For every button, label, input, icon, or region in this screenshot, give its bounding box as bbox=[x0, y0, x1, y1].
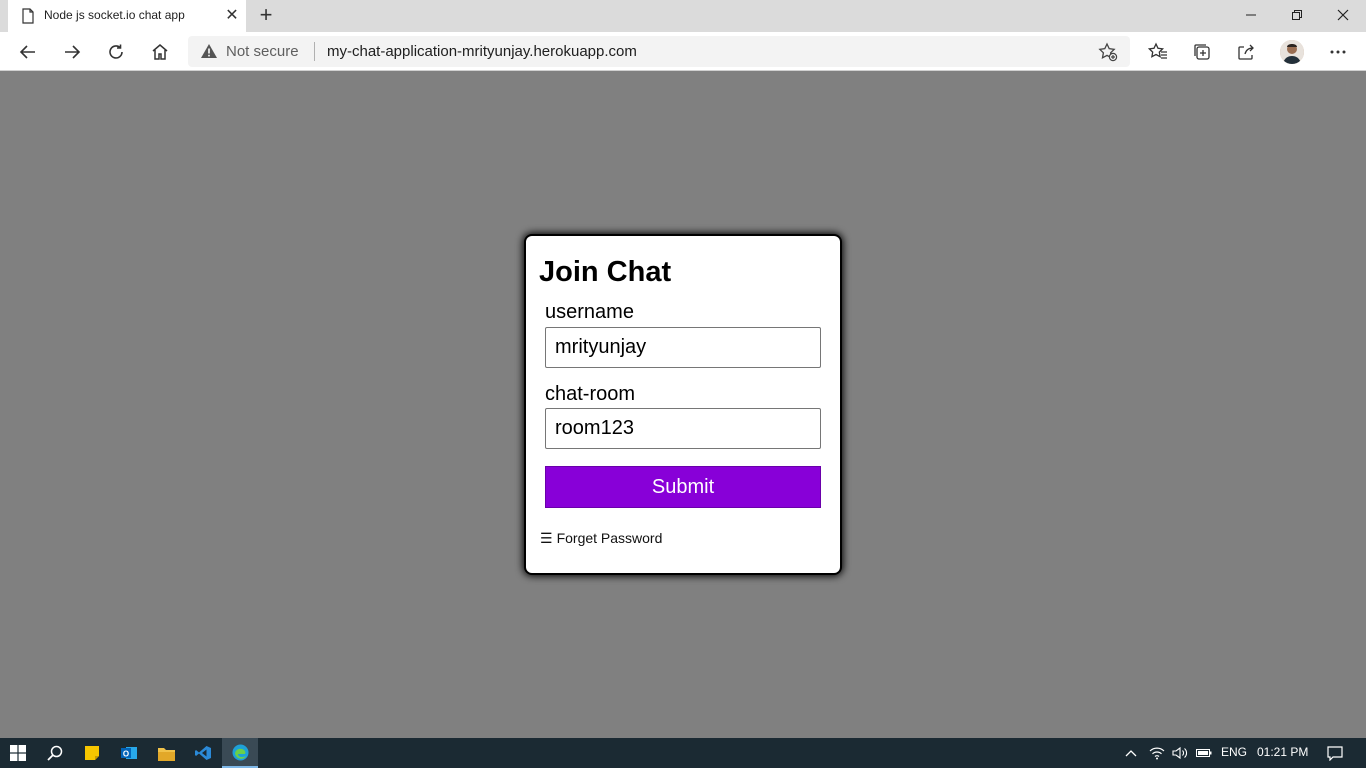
clock[interactable]: 01:21 PM bbox=[1257, 745, 1308, 759]
svg-text:O: O bbox=[123, 750, 129, 759]
file-explorer-icon[interactable] bbox=[148, 738, 184, 768]
back-icon[interactable] bbox=[13, 37, 43, 67]
search-icon[interactable] bbox=[37, 738, 73, 768]
menu-icon: ☰ bbox=[540, 530, 553, 546]
notification-icon[interactable] bbox=[1318, 738, 1352, 768]
submit-button[interactable]: Submit bbox=[545, 466, 821, 508]
battery-icon[interactable] bbox=[1192, 738, 1216, 768]
home-icon[interactable] bbox=[145, 37, 175, 67]
forget-password-label[interactable]: Forget Password bbox=[557, 530, 663, 546]
chat-room-label: chat-room bbox=[545, 383, 636, 405]
username-label: username bbox=[545, 301, 634, 323]
refresh-icon[interactable] bbox=[101, 37, 131, 67]
edge-icon[interactable] bbox=[222, 738, 258, 768]
forget-password-link[interactable]: ☰ Forget Password bbox=[540, 530, 662, 547]
security-status[interactable]: Not secure bbox=[226, 43, 299, 60]
collections-icon[interactable] bbox=[1187, 37, 1217, 67]
chat-room-input[interactable] bbox=[545, 408, 821, 449]
forward-icon[interactable] bbox=[57, 37, 87, 67]
browser-toolbar: Not secure my-chat-application-mrityunja… bbox=[0, 32, 1366, 71]
page-title: Join Chat bbox=[539, 256, 672, 288]
share-icon[interactable] bbox=[1231, 37, 1261, 67]
restore-icon[interactable] bbox=[1274, 0, 1320, 30]
wifi-icon[interactable] bbox=[1145, 738, 1169, 768]
more-icon[interactable] bbox=[1323, 37, 1353, 67]
vscode-icon[interactable] bbox=[185, 738, 221, 768]
username-input[interactable] bbox=[545, 327, 821, 368]
address-separator bbox=[314, 42, 315, 61]
taskbar: O ENG 01:21 PM bbox=[0, 738, 1366, 768]
favorites-icon[interactable] bbox=[1143, 37, 1173, 67]
close-window-icon[interactable] bbox=[1320, 0, 1366, 30]
outlook-icon[interactable]: O bbox=[111, 738, 147, 768]
browser-tab-strip: Node js socket.io chat app ✕ + bbox=[0, 0, 1366, 32]
join-chat-card: Join Chat username chat-room Submit ☰For… bbox=[526, 236, 840, 573]
start-icon[interactable] bbox=[0, 738, 36, 768]
new-tab-icon[interactable]: + bbox=[254, 4, 278, 28]
address-bar[interactable]: Not secure my-chat-application-mrityunja… bbox=[188, 36, 1130, 67]
close-tab-icon[interactable]: ✕ bbox=[222, 6, 242, 26]
sticky-notes-icon[interactable] bbox=[74, 738, 110, 768]
volume-icon[interactable] bbox=[1168, 738, 1192, 768]
profile-avatar[interactable] bbox=[1280, 40, 1304, 64]
language-indicator[interactable]: ENG bbox=[1221, 745, 1247, 759]
favorites-add-icon[interactable] bbox=[1098, 42, 1118, 62]
browser-tab[interactable]: Node js socket.io chat app ✕ bbox=[8, 0, 246, 32]
minimize-icon[interactable] bbox=[1228, 0, 1274, 30]
tab-title: Node js socket.io chat app bbox=[44, 8, 185, 22]
warning-icon[interactable] bbox=[200, 43, 218, 59]
chevron-up-icon[interactable] bbox=[1114, 738, 1148, 768]
url-text[interactable]: my-chat-application-mrityunjay.herokuapp… bbox=[327, 43, 637, 60]
page-icon bbox=[22, 8, 34, 24]
